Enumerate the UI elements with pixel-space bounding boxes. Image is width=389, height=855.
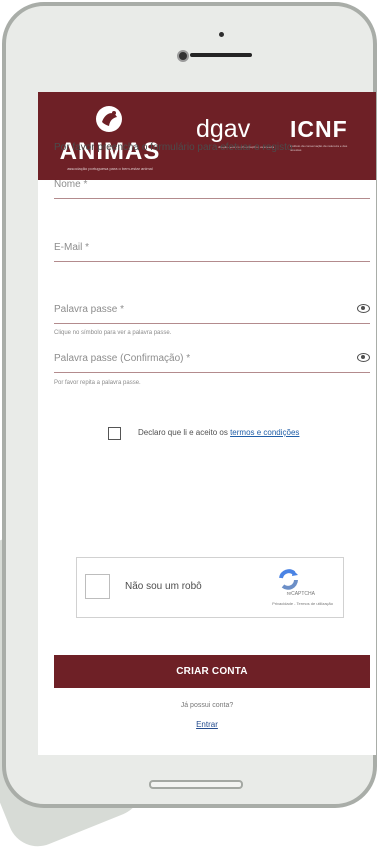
brand-header: ANIMAS associação portuguesa para o bem-… — [38, 92, 376, 180]
captcha-legal: Privacidade - Termos de utilização — [272, 601, 333, 606]
recaptcha-icon — [279, 569, 298, 590]
name-placeholder: Nome * — [54, 179, 88, 190]
email-field[interactable]: E-Mail * — [54, 231, 370, 262]
password-confirm-hint: Por favor repita a palavra passe. — [54, 380, 141, 386]
password-confirm-placeholder: Palavra passe (Confirmação) * — [54, 353, 191, 364]
name-field[interactable]: Nome * — [54, 168, 370, 199]
captcha-label: Não sou um robô — [125, 581, 202, 592]
terms-label: Declaro que li e aceito os termos e cond… — [138, 428, 376, 437]
eye-icon[interactable] — [357, 304, 370, 313]
phone-sensor — [219, 32, 224, 37]
phone-frame: ANIMAS associação portuguesa para o bem-… — [2, 2, 377, 808]
recaptcha-widget: Não sou um robô reCAPTCHA Privacidade - … — [76, 557, 344, 618]
animas-logo: ANIMAS associação portuguesa para o bem-… — [48, 102, 172, 172]
home-indicator — [149, 780, 243, 789]
terms-checkbox[interactable] — [108, 427, 121, 440]
password-field[interactable]: Palavra passe * — [54, 293, 370, 324]
password-placeholder: Palavra passe * — [54, 304, 125, 315]
captcha-checkbox[interactable] — [85, 574, 110, 599]
animal-logo-icon — [96, 106, 122, 132]
registration-screen: ANIMAS associação portuguesa para o bem-… — [38, 92, 376, 755]
captcha-brand: reCAPTCHA — [286, 591, 315, 597]
form-intro: Por favor preencha o formulário para efe… — [54, 142, 296, 153]
icnf-subtitle: instituto da conservação da natureza e d… — [290, 144, 348, 152]
email-placeholder: E-Mail * — [54, 242, 90, 253]
eye-icon[interactable] — [357, 353, 370, 362]
account-question: Já possui conta? — [180, 702, 234, 709]
phone-camera — [177, 50, 189, 62]
terms-prefix: Declaro que li e aceito os — [138, 428, 231, 437]
create-account-button[interactable]: CRIAR CONTA — [54, 655, 370, 688]
dgav-logo: dgav — [196, 115, 251, 143]
terms-link[interactable]: termos e condições — [230, 428, 299, 437]
login-link[interactable]: Entrar — [38, 720, 376, 729]
phone-speaker — [190, 53, 252, 57]
password-hint: Clique no símbolo para ver a palavra pas… — [54, 330, 172, 336]
icnf-logo: ICNF — [290, 116, 348, 142]
password-confirm-field[interactable]: Palavra passe (Confirmação) * — [54, 342, 370, 373]
